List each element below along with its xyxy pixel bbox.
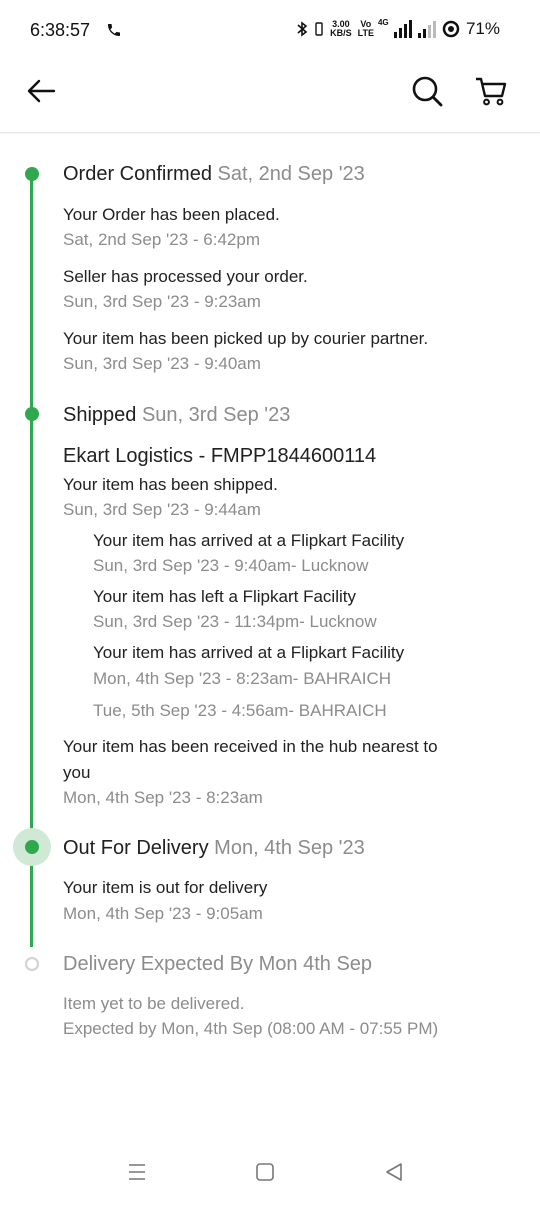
order-confirmed-title: Order Confirmed [63,163,212,185]
app-bar [0,60,540,133]
system-nav-bar [0,1140,540,1206]
timeline-line-shipped [30,414,33,847]
home-icon[interactable] [255,1162,275,1182]
status-dot-shipped [24,407,39,421]
status-bar: 6:38:57 3.00 KB/S Vo LTE 4G 71% [0,0,540,60]
shipped-heading: Shipped Sun, 3rd Sep '23 [63,404,290,427]
event-text: Your item has been picked up by courier … [63,329,429,348]
event-text: Your Order has been placed. [63,205,280,224]
back-icon[interactable] [384,1162,404,1182]
event-time: Sun, 3rd Sep '23 - 9:40am [63,354,261,373]
net-speed: 3.00 KB/S [330,19,352,38]
event-text: Your item is out for delivery [63,878,268,897]
status-dot-out-for-delivery [24,840,39,854]
event-time: Sun, 3rd Sep '23 - 9:44am [63,500,261,519]
out-for-delivery-heading: Out For Delivery Mon, 4th Sep '23 [63,837,365,860]
search-icon[interactable] [410,74,444,108]
status-dot-confirmed [24,167,39,181]
bluetooth-icon [297,21,308,37]
signal-4g: 4G [378,18,412,38]
battery-percent: 71% [465,19,500,38]
order-confirmed-date: Sat, 2nd Sep '23 [217,163,365,185]
delivery-expected-title: Delivery Expected By Mon 4th Sep [63,953,373,975]
shipped-title: Shipped [63,404,137,426]
sub-event-time: Tue, 5th Sep '23 - 4:56am- BAHRAICH [93,701,387,720]
event-time: Mon, 4th Sep '23 - 9:05am [63,904,263,923]
volte-indicator: Vo LTE [357,19,374,38]
event-time: Sat, 2nd Sep '23 - 6:42pm [63,230,260,249]
hub-received-time: Mon, 4th Sep '23 - 8:23am [63,788,263,807]
sub-event-text: Your item has arrived at a Flipkart Faci… [93,643,405,662]
sub-event-time: Sun, 3rd Sep '23 - 9:40am- Lucknow [93,556,369,575]
delivery-note: Item yet to be delivered. [63,994,245,1013]
out-for-delivery-date: Mon, 4th Sep '23 [214,837,365,859]
status-dot-delivery-pending [25,957,39,971]
event-text: Your item has been shipped. [63,475,278,494]
signal-sim2-icon [417,20,436,38]
recents-icon[interactable] [127,1162,147,1182]
sub-event-time: Mon, 4th Sep '23 - 8:23am- BAHRAICH [93,669,392,688]
status-icons: 3.00 KB/S Vo LTE 4G 71% [296,18,500,39]
hub-received-text-line1: Your item has been received in the hub n… [63,737,438,756]
sub-event-text: Your item has left a Flipkart Facility [93,587,356,606]
event-time: Sun, 3rd Sep '23 - 9:23am [63,292,261,311]
event-text: Seller has processed your order. [63,267,308,286]
phone-call-icon [108,24,120,36]
status-time: 6:38:57 [30,20,91,40]
timeline-line-confirmed [30,178,33,414]
sub-event-time: Sun, 3rd Sep '23 - 11:34pm- Lucknow [93,612,377,631]
order-confirmed-heading: Order Confirmed Sat, 2nd Sep '23 [63,163,365,186]
delivery-expected-window: Expected by Mon, 4th Sep (08:00 AM - 07:… [63,1019,439,1038]
sub-event-text: Your item has arrived at a Flipkart Faci… [93,531,405,550]
back-arrow-icon[interactable] [24,74,58,108]
out-for-delivery-title: Out For Delivery [63,837,209,859]
hub-received-text-line2: you [63,763,91,782]
battery-ring-icon [442,20,460,38]
vibrate-icon [315,22,323,36]
shipped-date: Sun, 3rd Sep '23 [141,404,291,426]
courier-tracking-id: Ekart Logistics - FMPP1844600114 [63,445,377,467]
cart-icon[interactable] [474,74,508,108]
